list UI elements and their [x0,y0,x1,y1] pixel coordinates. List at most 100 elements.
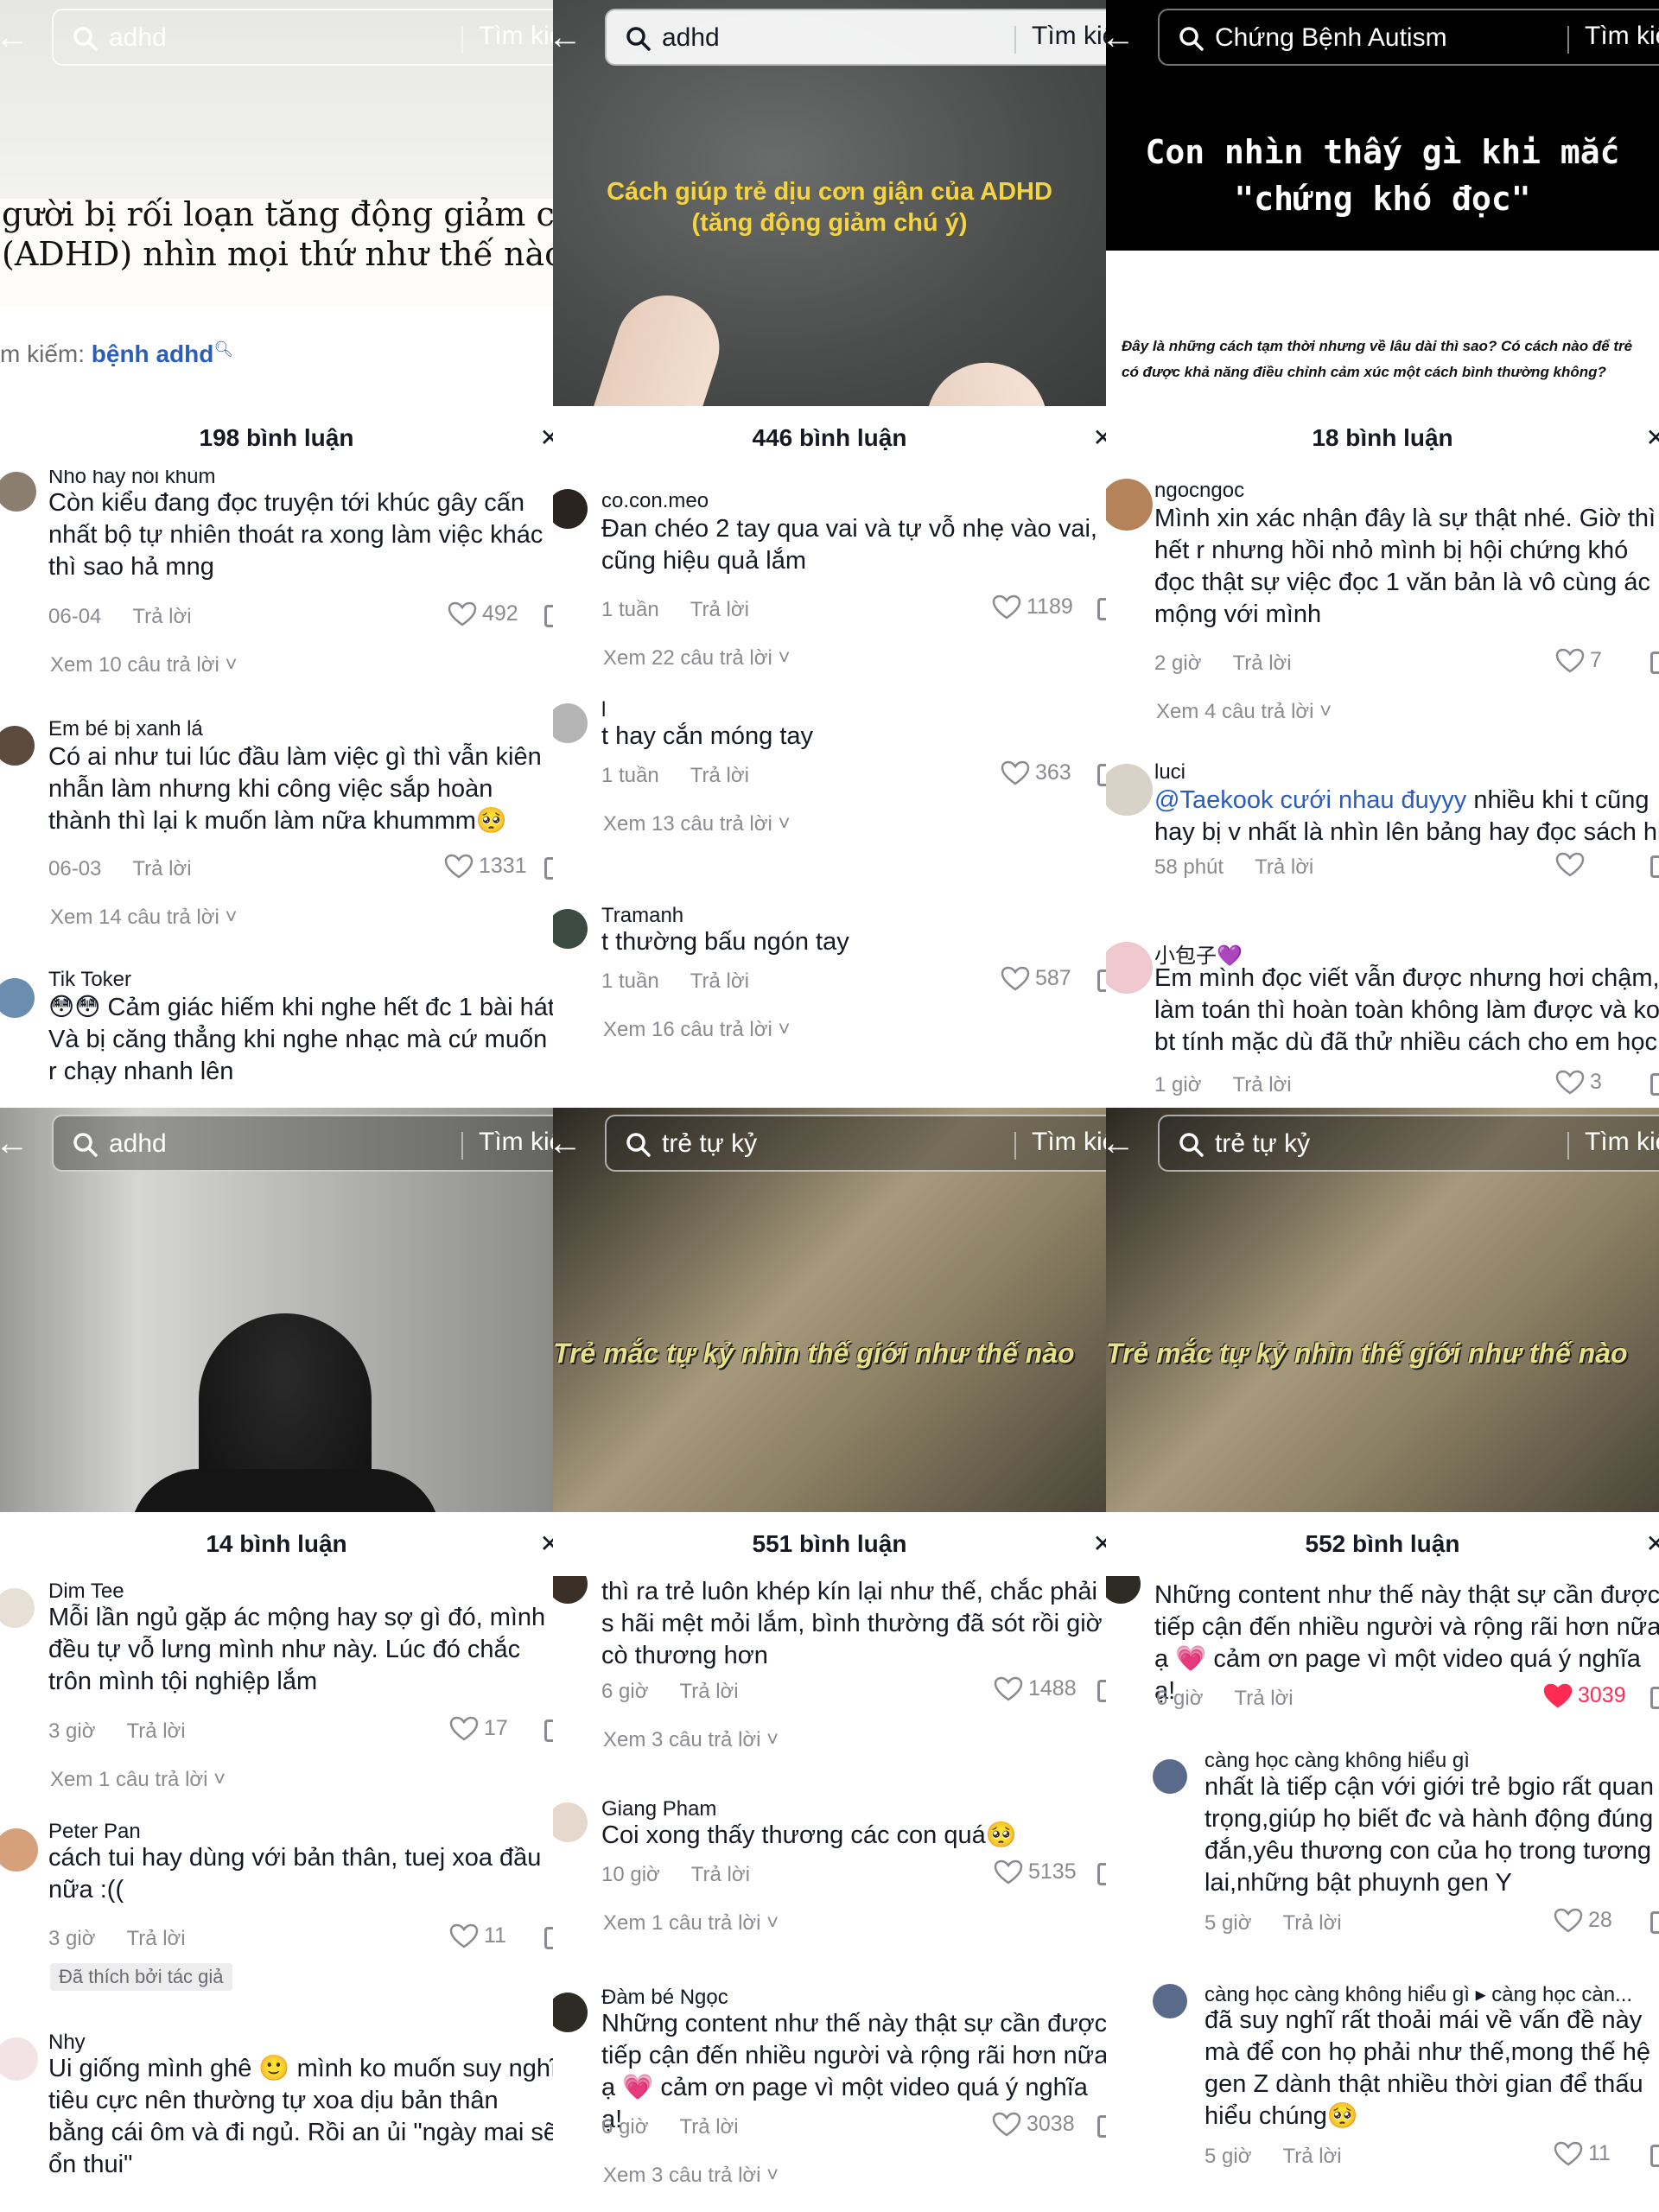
reply-button[interactable]: Trả lời [679,2115,738,2139]
like-button[interactable]: 17 [449,1716,508,1742]
comment-list[interactable]: Dim Tee Mỗi lần ngủ gặp ác mộng hay sợ g… [0,1576,553,2212]
comment-username[interactable]: Tramanh [601,904,683,928]
avatar[interactable] [553,1802,588,1842]
like-button[interactable]: 11 [1554,2141,1611,2167]
search-button[interactable]: Tìm kiếm [479,22,553,51]
view-replies[interactable]: Xem 3 câu trả lời ˅ [603,2164,779,2188]
reply-button[interactable]: Trả lời [1234,1687,1293,1710]
avatar[interactable] [0,472,36,512]
comment-list[interactable]: Nho hay nói khùm Còn kiểu đang đọc truyệ… [0,470,553,1106]
dislike-icon[interactable] [544,857,553,880]
view-replies[interactable]: Xem 10 câu trả lời ˅ [50,653,238,677]
like-button[interactable]: 3038 [992,2112,1075,2138]
reply-button[interactable]: Trả lời [1282,2145,1341,2168]
dislike-icon[interactable] [1097,1680,1106,1702]
avatar[interactable] [553,489,588,529]
back-arrow-icon[interactable]: ← [1106,16,1139,59]
avatar[interactable] [553,1993,588,2032]
view-replies[interactable]: Xem 3 câu trả lời ˅ [603,1728,779,1752]
reply-button[interactable]: Trả lời [690,764,749,787]
back-arrow-icon[interactable]: ← [1106,1122,1139,1165]
close-icon[interactable]: ✕ [540,406,553,470]
avatar[interactable] [1106,764,1153,816]
search-input[interactable]: Chứng Bệnh Autism Tìm kiếm [1158,9,1659,66]
comment-username[interactable]: co.con.meo [601,489,709,513]
reply-button[interactable]: Trả lời [132,605,191,628]
search-button[interactable]: Tìm kiếm [1032,22,1106,51]
search-button[interactable]: Tìm kiếm [1032,1128,1106,1157]
like-button[interactable]: 3 [1555,1070,1602,1096]
like-button[interactable]: 492 [448,601,518,627]
close-icon[interactable]: ✕ [1093,406,1106,470]
dislike-icon[interactable] [544,605,553,627]
reply-button[interactable]: Trả lời [691,1863,750,1886]
search-button[interactable]: Tìm kiếm [1585,1128,1659,1157]
search-suggest-term[interactable]: bệnh adhd [92,340,214,367]
comment-username[interactable]: Dim Tee [48,1580,124,1604]
comment-username[interactable]: Nhy [48,2031,86,2055]
like-button[interactable] [1555,852,1590,878]
avatar[interactable] [1106,1576,1141,1604]
comment-username[interactable]: Em bé bị xanh lá [48,717,203,741]
avatar[interactable] [553,703,588,743]
mention-link[interactable]: @Taekook cưới nhau đuyyy [1154,786,1466,814]
reply-button[interactable]: Trả lời [126,1927,185,1950]
reply-button[interactable]: Trả lời [132,857,191,880]
dislike-icon[interactable] [1650,855,1659,878]
dislike-icon[interactable] [1650,1911,1659,1934]
dislike-icon[interactable] [1650,2145,1659,2167]
comment-username[interactable]: Peter Pan [48,1820,141,1844]
search-input[interactable]: trẻ tự kỷ Tìm kiếm [605,1115,1106,1172]
reply-button[interactable]: Trả lời [126,1719,185,1743]
avatar[interactable] [1106,479,1153,531]
like-button[interactable]: 5135 [994,1859,1077,1885]
dislike-icon[interactable] [1097,969,1106,992]
comment-list[interactable]: co.con.meo Đan chéo 2 tay qua vai và tự … [553,470,1106,1106]
search-input[interactable]: trẻ tự kỷ Tìm kiếm [1158,1115,1659,1172]
dislike-icon[interactable] [544,1719,553,1742]
reply-button[interactable]: Trả lời [1255,855,1313,879]
view-replies[interactable]: Xem 1 câu trả lời ˅ [50,1768,226,1792]
search-input[interactable]: adhd Tìm kiếm [605,9,1106,66]
like-button[interactable]: 363 [1001,760,1071,786]
search-input[interactable]: adhd Tìm kiếm [52,1115,553,1172]
view-replies[interactable]: Xem 22 câu trả lời ˅ [603,646,791,671]
close-icon[interactable]: ✕ [540,1512,553,1576]
comment-username[interactable]: luci [1154,760,1185,785]
avatar[interactable] [0,726,35,766]
close-icon[interactable]: ✕ [1093,1512,1106,1576]
like-button[interactable]: 28 [1554,1908,1612,1934]
avatar[interactable] [0,1588,35,1628]
view-replies[interactable]: Xem 1 câu trả lời ˅ [603,1911,779,1936]
close-icon[interactable]: ✕ [1646,406,1659,470]
view-replies[interactable]: Xem 4 câu trả lời ˅ [1156,700,1332,724]
comment-list[interactable]: ngocngoc Mình xin xác nhận đây là sự thậ… [1106,470,1659,1106]
back-arrow-icon[interactable]: ← [553,16,586,59]
like-button[interactable]: 11 [449,1923,506,1949]
like-button[interactable]: 1488 [994,1676,1077,1702]
like-button[interactable]: 3039 [1543,1683,1626,1709]
like-button[interactable]: 1331 [444,854,527,880]
view-replies[interactable]: Xem 13 câu trả lời ˅ [603,812,791,836]
dislike-icon[interactable] [1650,1073,1659,1096]
like-button[interactable]: 587 [1001,966,1071,992]
comment-username[interactable]: Tik Toker [48,968,131,992]
reply-button[interactable]: Trả lời [1282,1911,1341,1935]
comment-username[interactable]: Giang Pham [601,1797,716,1821]
comment-username[interactable]: Nho hay nói khùm [48,470,215,489]
like-button[interactable]: 1189 [992,594,1073,620]
comment-username[interactable]: ngocngoc [1154,479,1244,503]
avatar[interactable] [1153,1984,1187,2018]
reply-button[interactable]: Trả lời [679,1680,738,1703]
view-replies[interactable]: Xem 14 câu trả lời ˅ [50,906,238,930]
dislike-icon[interactable] [1097,2115,1106,2138]
search-button[interactable]: Tìm kiếm [1585,22,1659,51]
reply-button[interactable]: Trả lời [1232,1073,1291,1096]
close-icon[interactable]: ✕ [1646,1512,1659,1576]
comment-username[interactable]: l [601,698,606,722]
back-arrow-icon[interactable]: ← [553,1122,586,1165]
avatar[interactable] [553,909,588,949]
dislike-icon[interactable] [1097,1863,1106,1885]
comment-username[interactable]: Đàm bé Ngọc [601,1986,728,2010]
avatar[interactable] [553,1576,588,1604]
